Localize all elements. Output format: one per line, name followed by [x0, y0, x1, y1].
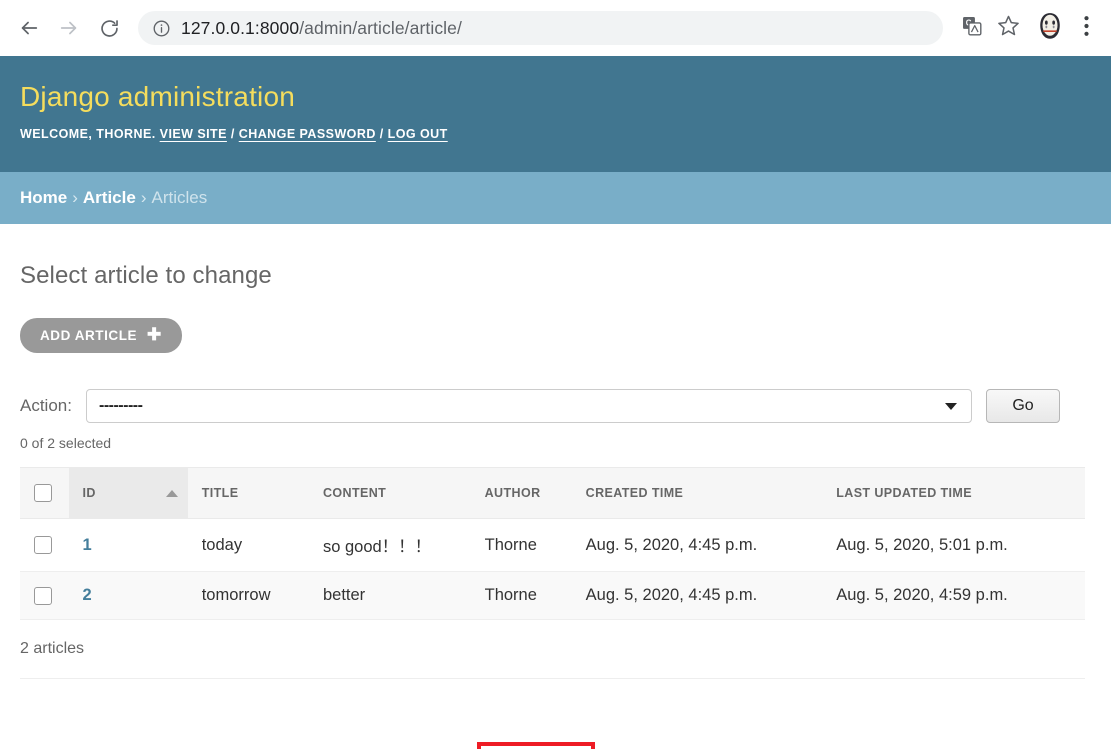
plus-icon: ✚: [147, 325, 162, 344]
breadcrumb-articles-current: Articles: [151, 188, 208, 207]
django-admin-header: Django administration WELCOME, THORNE. V…: [0, 56, 1111, 172]
profile-button[interactable]: [1033, 11, 1067, 45]
column-header-id[interactable]: ID: [68, 467, 188, 519]
add-article-label: ADD ARTICLE: [40, 327, 138, 343]
column-header-title[interactable]: TITLE: [187, 467, 309, 519]
cell-title: today: [187, 518, 309, 572]
row-checkbox[interactable]: [34, 536, 52, 554]
url-host: 127.0.0.1:8000: [181, 17, 300, 38]
google-translate-icon: G: [961, 15, 983, 42]
cell-content: better: [308, 571, 471, 620]
object-tools: ADD ARTICLE ✚: [20, 318, 1085, 353]
cell-last-updated-time: Aug. 5, 2020, 5:01 p.m.: [822, 518, 1085, 572]
column-header-author[interactable]: AUTHOR: [470, 467, 572, 519]
column-header-id-label: ID: [82, 486, 96, 500]
cell-created-time: Aug. 5, 2020, 4:45 p.m.: [571, 571, 823, 620]
action-select[interactable]: ---------: [85, 389, 972, 423]
main-content: Select article to change ADD ARTICLE ✚ A…: [0, 262, 1111, 749]
row-checkbox-cell: [20, 571, 69, 620]
back-button[interactable]: [12, 11, 46, 45]
table-row: 2 tomorrow better Thorne Aug. 5, 2020, 4…: [20, 571, 1085, 620]
column-header-last-updated-time[interactable]: LAST UPDATED TIME: [822, 467, 1085, 519]
action-counter: 0 of 2 selected: [20, 435, 112, 451]
welcome-suffix: .: [151, 127, 156, 142]
cell-created-time: Aug. 5, 2020, 4:45 p.m.: [571, 518, 823, 572]
bottom-divider: [20, 678, 1085, 679]
row-checkbox[interactable]: [34, 586, 52, 605]
username-label: THORNE: [96, 127, 152, 142]
site-info-icon[interactable]: [152, 19, 171, 38]
view-site-link[interactable]: VIEW SITE: [160, 127, 227, 141]
browser-toolbar: 127.0.0.1:8000/admin/article/article/ G: [0, 0, 1111, 56]
author-column-annotation-rectangle: [477, 742, 595, 749]
three-dot-menu-icon: [1083, 15, 1089, 42]
select-all-checkbox[interactable]: [34, 484, 52, 502]
column-header-content[interactable]: CONTENT: [308, 467, 471, 519]
breadcrumb-separator-1: ›: [72, 188, 78, 207]
link-separator-2: /: [379, 127, 384, 142]
results-list: ID TITLE CONTENT AUTHOR CREATED TIME LAS…: [20, 467, 1085, 679]
cell-id: 1: [68, 518, 188, 572]
article-link-1[interactable]: 1: [83, 536, 92, 554]
row-checkbox-cell: [20, 518, 69, 572]
chrome-menu-button[interactable]: [1073, 11, 1099, 45]
address-bar[interactable]: 127.0.0.1:8000/admin/article/article/: [138, 11, 943, 45]
breadcrumb-article[interactable]: Article: [83, 188, 136, 208]
go-button[interactable]: Go: [985, 389, 1060, 423]
forward-arrow-icon: [58, 17, 80, 39]
chevron-down-icon: [944, 402, 957, 410]
result-count: 2 articles: [20, 640, 85, 657]
site-title: Django administration: [20, 81, 296, 112]
user-tools: WELCOME, THORNE. VIEW SITE / CHANGE PASS…: [20, 127, 1071, 141]
table-body: 1 today so good！！！ Thorne Aug. 5, 2020, …: [20, 518, 1085, 620]
forward-button[interactable]: [52, 11, 86, 45]
sort-ascending-icon[interactable]: [165, 489, 178, 497]
actions-bar: Action: --------- Go: [20, 389, 1085, 423]
result-table: ID TITLE CONTENT AUTHOR CREATED TIME LAS…: [20, 467, 1085, 620]
page-title: Select article to change: [20, 262, 272, 289]
link-separator-1: /: [230, 127, 235, 142]
url-path: /admin/article/article/: [299, 17, 462, 38]
cell-author: Thorne: [470, 518, 572, 572]
welcome-prefix: WELCOME,: [20, 127, 93, 142]
cell-title: tomorrow: [187, 571, 309, 620]
table-header-row: ID TITLE CONTENT AUTHOR CREATED TIME LAS…: [20, 467, 1085, 519]
profile-avatar-icon: [1035, 11, 1065, 46]
column-header-created-time[interactable]: CREATED TIME: [571, 467, 823, 519]
bookmark-button[interactable]: [991, 11, 1025, 45]
url-text: 127.0.0.1:8000/admin/article/article/: [181, 18, 462, 39]
table-header: ID TITLE CONTENT AUTHOR CREATED TIME LAS…: [20, 467, 1085, 519]
log-out-link[interactable]: LOG OUT: [388, 127, 448, 141]
star-icon: [997, 14, 1020, 42]
reload-button[interactable]: [92, 11, 126, 45]
back-arrow-icon: [18, 17, 40, 39]
breadcrumb: Home › Article › Articles: [0, 172, 1111, 224]
article-link-2[interactable]: 2: [83, 586, 92, 604]
breadcrumb-separator-2: ›: [140, 188, 147, 207]
action-selected-value: ---------: [98, 397, 143, 414]
cell-last-updated-time: Aug. 5, 2020, 4:59 p.m.: [822, 571, 1085, 620]
cell-author: Thorne: [470, 571, 572, 620]
reload-icon: [99, 18, 120, 39]
column-header-select-all: [20, 467, 69, 519]
add-article-button[interactable]: ADD ARTICLE ✚: [20, 318, 182, 353]
table-row: 1 today so good！！！ Thorne Aug. 5, 2020, …: [20, 518, 1085, 572]
cell-id: 2: [68, 571, 188, 620]
cell-content: so good！！！: [308, 518, 471, 572]
breadcrumb-home[interactable]: Home: [20, 188, 67, 208]
change-password-link[interactable]: CHANGE PASSWORD: [239, 127, 376, 141]
action-label: Action:: [20, 396, 72, 415]
translate-button[interactable]: G: [955, 11, 989, 45]
